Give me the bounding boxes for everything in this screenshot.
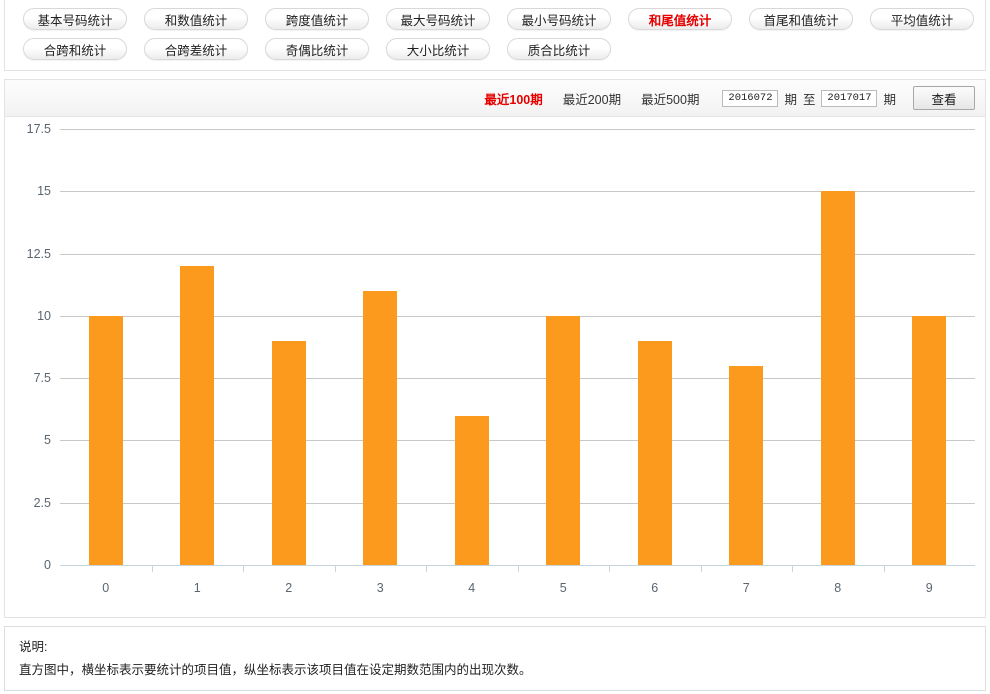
x-axis-tick-label-3: 3 bbox=[376, 581, 384, 595]
bar-cell-9 bbox=[883, 129, 976, 572]
x-axis-tick-label-6: 6 bbox=[651, 581, 659, 595]
period-from-input[interactable] bbox=[722, 89, 779, 107]
tab-row1-0[interactable]: 基本号码统计 bbox=[23, 8, 127, 30]
bar-cell-1 bbox=[151, 129, 244, 572]
statistics-tab-panel: 基本号码统计 和数值统计 跨度值统计 最大号码统计 最小号码统计 和尾值统计 首尾和值统计平… bbox=[4, 0, 986, 71]
tab-row1-4[interactable]: 最小号码统计 bbox=[507, 8, 611, 30]
y-axis-tick-label: 12.5 bbox=[26, 246, 51, 261]
bar-8[interactable] bbox=[820, 191, 855, 565]
x-axis-tick-label-9: 9 bbox=[925, 581, 933, 595]
tab-row2-3[interactable]: 大小比统计 bbox=[386, 38, 490, 60]
tab-row1-1[interactable]: 和数值统计 bbox=[144, 8, 248, 30]
bar-3[interactable] bbox=[363, 290, 398, 565]
bar-5[interactable] bbox=[546, 315, 581, 565]
range-link-recent-100[interactable]: 最近100期 bbox=[484, 89, 542, 108]
bar-6[interactable] bbox=[637, 340, 672, 565]
tab-row-secondary: 合跨和统计 合跨差统计 奇偶比统计 大小比统计 质合比统计 bbox=[5, 34, 985, 64]
period-from-unit-label: 期 bbox=[784, 92, 797, 107]
note-body: 直方图中，横坐标表示要统计的项目值，纵坐标表示该项目值在设定期数范围内的出现次数… bbox=[19, 663, 532, 677]
x-axis-tick-label-1: 1 bbox=[193, 581, 201, 595]
y-axis-tick-label: 5 bbox=[44, 433, 51, 448]
x-axis-tick-mark bbox=[700, 565, 702, 572]
y-axis-tick-label: 7.5 bbox=[33, 371, 51, 386]
tab-row2-0[interactable]: 合跨和统计 bbox=[23, 38, 127, 60]
bar-cell-6 bbox=[609, 129, 701, 572]
bar-cell-2 bbox=[243, 129, 335, 572]
plot-area: 0 2.5 5 7.5 10 12.5 15 17.5 bbox=[27, 122, 976, 572]
bar-cell-5 bbox=[517, 129, 610, 572]
x-axis-tick-mark bbox=[334, 565, 336, 572]
chart-panel: 最近100期 最近200期 最近500期 期 至 期 查看 02.557.510… bbox=[4, 79, 986, 618]
y-axis-tick-label: 0 bbox=[44, 558, 51, 572]
chart-toolbar: 最近100期 最近200期 最近500期 期 至 期 查看 bbox=[5, 80, 985, 117]
bar-9[interactable] bbox=[912, 315, 947, 565]
x-axis-tick-mark bbox=[426, 565, 427, 572]
tab-row1-5[interactable]: 和尾值统计 bbox=[628, 8, 732, 30]
bar-cell-7 bbox=[700, 129, 793, 572]
period-to-input[interactable] bbox=[821, 89, 878, 107]
x-axis-tick-labels: 0 1 2 3 4 5 6 7 8 9 bbox=[60, 581, 975, 595]
tab-row1-6[interactable]: 首尾和值统计 bbox=[749, 8, 853, 30]
histogram-chart: 0 2.5 5 7.5 10 12.5 15 17.5 0 1 2 3 4 5 6 7 8 9 bbox=[5, 117, 985, 617]
x-axis-tick-mark bbox=[609, 565, 610, 572]
tab-row2-2[interactable]: 奇偶比统计 bbox=[265, 38, 369, 60]
x-axis-tick-label-7: 7 bbox=[742, 581, 750, 595]
x-axis-tick-mark bbox=[243, 565, 244, 572]
bar-7[interactable] bbox=[729, 365, 764, 565]
tab-row2-4[interactable]: 质合比统计 bbox=[507, 38, 611, 60]
bar-cell-8 bbox=[792, 129, 884, 572]
x-axis-tick-label-4: 4 bbox=[468, 581, 476, 595]
y-axis-tick-label: 10 bbox=[37, 308, 51, 323]
bar-1[interactable] bbox=[180, 266, 215, 565]
x-axis-tick-label-0: 0 bbox=[102, 581, 110, 595]
x-axis-tick-mark bbox=[517, 565, 519, 572]
bar-0[interactable] bbox=[88, 315, 123, 565]
bar-cell-0 bbox=[60, 129, 152, 565]
bar-2[interactable] bbox=[271, 340, 306, 565]
x-axis-tick-label-2: 2 bbox=[285, 581, 293, 595]
period-to-unit-label: 期 bbox=[883, 92, 896, 107]
y-axis-tick-label: 2.5 bbox=[33, 495, 51, 510]
x-axis-tick-label-5: 5 bbox=[559, 581, 567, 595]
bar-series bbox=[60, 129, 976, 572]
tab-row2-1[interactable]: 合跨差统计 bbox=[144, 38, 248, 60]
view-button[interactable]: 查看 bbox=[913, 86, 975, 110]
tab-row1-3[interactable]: 最大号码统计 bbox=[386, 8, 490, 30]
x-axis-tick-mark bbox=[792, 565, 793, 572]
tab-row1-7[interactable]: 平均值统计 bbox=[870, 8, 974, 30]
y-axis-tick-label: 15 bbox=[37, 184, 51, 199]
range-link-recent-200[interactable]: 最近200期 bbox=[563, 89, 621, 108]
x-axis-tick-mark bbox=[883, 565, 885, 572]
range-link-recent-500[interactable]: 最近500期 bbox=[641, 89, 699, 108]
period-range-separator: 至 bbox=[802, 92, 816, 107]
note-title: 说明: bbox=[19, 640, 48, 654]
bar-4[interactable] bbox=[454, 415, 489, 565]
tab-row1-2[interactable]: 跨度值统计 bbox=[265, 8, 369, 30]
bar-cell-4 bbox=[426, 129, 518, 572]
note-panel: 说明: 直方图中，横坐标表示要统计的项目值，纵坐标表示该项目值在设定期数范围内的… bbox=[4, 626, 986, 691]
x-axis-tick-label-8: 8 bbox=[834, 581, 842, 595]
bar-cell-3 bbox=[334, 129, 427, 572]
y-axis-tick-label: 17.5 bbox=[26, 122, 51, 136]
tab-row-primary: 基本号码统计 和数值统计 跨度值统计 最大号码统计 最小号码统计 和尾值统计 首尾和值统计平… bbox=[5, 4, 985, 34]
x-axis-tick-mark bbox=[151, 565, 153, 572]
